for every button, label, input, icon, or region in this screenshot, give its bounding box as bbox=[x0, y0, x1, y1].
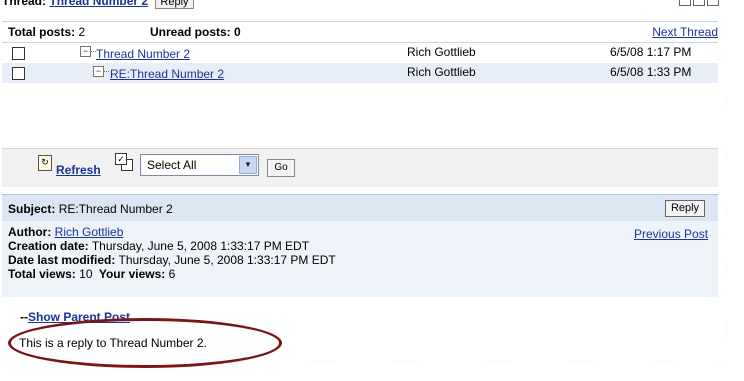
modified-date-label: Date last modified: bbox=[8, 253, 116, 267]
maximize-icon[interactable] bbox=[693, 0, 705, 6]
table-row[interactable]: − RE:Thread Number 2 Rich Gottlieb 6/5/0… bbox=[2, 63, 718, 83]
minimize-icon[interactable] bbox=[679, 0, 691, 6]
partial-checkbox bbox=[22, 360, 34, 362]
select-all-icon[interactable]: ✓ bbox=[115, 153, 133, 171]
subject: Subject: RE:Thread Number 2 bbox=[8, 202, 173, 216]
your-views-label: Your views: bbox=[98, 267, 166, 281]
table-row[interactable]: − Thread Number 2 Rich Gottlieb 6/5/08 1… bbox=[2, 43, 718, 63]
row-checkbox[interactable] bbox=[12, 67, 25, 80]
total-posts-value: 2 bbox=[78, 25, 86, 39]
selection-dropdown[interactable]: Select All ▼ bbox=[140, 154, 259, 176]
creation-date-label: Creation date: bbox=[8, 239, 89, 253]
close-icon[interactable] bbox=[707, 0, 719, 6]
modified-date-value: Thursday, June 5, 2008 1:33:17 PM EDT bbox=[118, 253, 336, 267]
unread-posts-value: 0 bbox=[234, 25, 241, 39]
post-metadata: Author: Rich Gottlieb Creation date: Thu… bbox=[2, 221, 718, 297]
post-date: 6/5/08 1:17 PM bbox=[610, 45, 692, 59]
go-button[interactable]: Go bbox=[267, 159, 295, 177]
modified-date-line: Date last modified: Thursday, June 5, 20… bbox=[8, 253, 336, 267]
total-views-value: 10 bbox=[79, 267, 93, 281]
thread-label: Thread: bbox=[2, 0, 47, 8]
window-controls bbox=[677, 0, 719, 9]
reply-button[interactable]: Reply bbox=[665, 200, 705, 217]
total-views-label: Total views: bbox=[8, 267, 76, 281]
thread-title-link[interactable]: Thread Number 2 bbox=[49, 0, 148, 8]
refresh-link[interactable]: Refresh bbox=[56, 163, 101, 177]
post-author: Rich Gottlieb bbox=[407, 45, 476, 59]
row-checkbox[interactable] bbox=[12, 47, 25, 60]
refresh-icon[interactable]: ↻ bbox=[38, 155, 52, 171]
parent-prefix: -- bbox=[20, 310, 28, 324]
post-date: 6/5/08 1:33 PM bbox=[610, 65, 692, 79]
your-views-value: 6 bbox=[168, 267, 176, 281]
forum-thread-panel: Thread: Thread Number 2 Reply Total post… bbox=[2, 0, 727, 362]
subject-bar: Subject: RE:Thread Number 2 Reply bbox=[2, 194, 718, 222]
unread-posts: Unread posts: 0 bbox=[150, 25, 241, 39]
next-thread-link[interactable]: Next Thread bbox=[652, 25, 718, 39]
tree-connector bbox=[103, 71, 109, 72]
post-title-link[interactable]: Thread Number 2 bbox=[96, 47, 190, 61]
total-posts-label: Total posts: bbox=[8, 25, 76, 39]
checkbox-front-icon: ✓ bbox=[115, 153, 127, 165]
author-link[interactable]: Rich Gottlieb bbox=[55, 225, 124, 239]
thread-header: Thread: Thread Number 2 Reply bbox=[2, 0, 727, 9]
selection-dropdown-value: Select All bbox=[147, 158, 197, 172]
subject-value: RE:Thread Number 2 bbox=[58, 202, 173, 216]
post-title-link[interactable]: RE:Thread Number 2 bbox=[110, 67, 224, 81]
posts-summary-bar: Total posts: 2 Unread posts: 0 Next Thre… bbox=[2, 21, 718, 43]
creation-date-value: Thursday, June 5, 2008 1:33:17 PM EDT bbox=[91, 239, 310, 253]
unread-posts-label: Unread posts: bbox=[150, 25, 231, 39]
views-line: Total views: 10 Your views: 6 bbox=[8, 267, 175, 281]
author-line: Author: Rich Gottlieb bbox=[8, 225, 123, 239]
thread-reply-button[interactable]: Reply bbox=[155, 0, 194, 9]
chevron-down-icon[interactable]: ▼ bbox=[239, 156, 257, 174]
highlight-oval bbox=[8, 318, 282, 368]
creation-date-line: Creation date: Thursday, June 5, 2008 1:… bbox=[8, 239, 309, 253]
total-posts: Total posts: 2 bbox=[8, 25, 85, 39]
post-author: Rich Gottlieb bbox=[407, 65, 476, 79]
thread-toolbar: ↻ Refresh ✓ Select All ▼ Go bbox=[2, 148, 718, 187]
subject-label: Subject: bbox=[8, 202, 56, 216]
author-label: Author: bbox=[8, 225, 52, 239]
previous-post-link[interactable]: Previous Post bbox=[634, 227, 708, 241]
